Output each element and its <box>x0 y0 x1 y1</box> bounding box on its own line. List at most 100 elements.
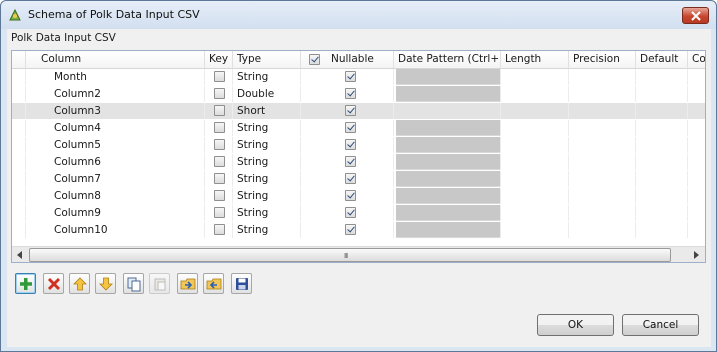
default-cell[interactable] <box>636 171 688 187</box>
table-row[interactable]: Column8 String <box>12 188 705 204</box>
precision-cell[interactable] <box>569 222 636 238</box>
length-cell[interactable] <box>501 69 569 85</box>
length-cell[interactable] <box>501 137 569 153</box>
horizontal-scrollbar[interactable]: III <box>12 246 705 262</box>
column-name-cell[interactable]: Column10 <box>26 222 205 238</box>
move-up-button[interactable] <box>69 273 90 294</box>
precision-cell[interactable] <box>569 86 636 102</box>
key-checkbox[interactable] <box>214 207 225 218</box>
key-cell[interactable] <box>205 188 233 204</box>
type-cell[interactable]: String <box>233 120 301 136</box>
nullable-cell[interactable] <box>301 205 394 221</box>
key-cell[interactable] <box>205 103 233 119</box>
length-cell[interactable] <box>501 86 569 102</box>
column-header-precision[interactable]: Precision <box>569 51 636 69</box>
precision-cell[interactable] <box>569 137 636 153</box>
comment-cell[interactable] <box>688 86 705 102</box>
comment-cell[interactable] <box>688 171 705 187</box>
scroll-left-icon[interactable] <box>12 247 28 263</box>
type-cell[interactable]: Short <box>233 103 301 119</box>
nullable-checkbox[interactable] <box>345 139 356 150</box>
nullable-cell[interactable] <box>301 103 394 119</box>
nullable-cell[interactable] <box>301 171 394 187</box>
table-row[interactable]: Column6 String <box>12 154 705 170</box>
import-schema-button[interactable] <box>177 273 198 294</box>
table-row[interactable]: Month String <box>12 69 705 85</box>
nullable-cell[interactable] <box>301 222 394 238</box>
remove-row-button[interactable] <box>43 273 64 294</box>
precision-cell[interactable] <box>569 154 636 170</box>
length-cell[interactable] <box>501 205 569 221</box>
copy-button[interactable] <box>123 273 144 294</box>
column-header-date-pattern[interactable]: Date Pattern (Ctrl+... <box>394 51 501 69</box>
length-cell[interactable] <box>501 188 569 204</box>
table-row[interactable]: Column2 Double <box>12 86 705 102</box>
table-row[interactable]: Column3 Short <box>12 103 705 119</box>
default-cell[interactable] <box>636 86 688 102</box>
type-cell[interactable]: String <box>233 154 301 170</box>
key-checkbox[interactable] <box>214 190 225 201</box>
key-cell[interactable] <box>205 120 233 136</box>
length-cell[interactable] <box>501 154 569 170</box>
default-cell[interactable] <box>636 120 688 136</box>
precision-cell[interactable] <box>569 120 636 136</box>
nullable-cell[interactable] <box>301 154 394 170</box>
default-cell[interactable] <box>636 154 688 170</box>
length-cell[interactable] <box>501 120 569 136</box>
comment-cell[interactable] <box>688 69 705 85</box>
key-checkbox[interactable] <box>214 71 225 82</box>
table-row[interactable]: Column10 String <box>12 222 705 238</box>
nullable-checkbox[interactable] <box>345 173 356 184</box>
table-row[interactable]: Column5 String <box>12 137 705 153</box>
column-header-comment[interactable]: Cor <box>688 51 705 69</box>
key-cell[interactable] <box>205 171 233 187</box>
length-cell[interactable] <box>501 222 569 238</box>
key-checkbox[interactable] <box>214 173 225 184</box>
column-header-nullable[interactable]: Nullable <box>301 51 394 69</box>
precision-cell[interactable] <box>569 69 636 85</box>
type-cell[interactable]: String <box>233 69 301 85</box>
key-checkbox[interactable] <box>214 224 225 235</box>
comment-cell[interactable] <box>688 120 705 136</box>
comment-cell[interactable] <box>688 103 705 119</box>
column-name-cell[interactable]: Column4 <box>26 120 205 136</box>
key-checkbox[interactable] <box>214 88 225 99</box>
nullable-checkbox[interactable] <box>345 207 356 218</box>
nullable-checkbox[interactable] <box>345 224 356 235</box>
column-header-key[interactable]: Key <box>205 51 233 69</box>
nullable-cell[interactable] <box>301 69 394 85</box>
nullable-cell[interactable] <box>301 120 394 136</box>
export-schema-button[interactable] <box>203 273 224 294</box>
key-cell[interactable] <box>205 137 233 153</box>
type-cell[interactable]: String <box>233 222 301 238</box>
nullable-checkbox[interactable] <box>345 71 356 82</box>
column-header-length[interactable]: Length <box>501 51 569 69</box>
add-row-button[interactable] <box>15 273 36 294</box>
type-cell[interactable]: String <box>233 188 301 204</box>
scrollbar-thumb[interactable]: III <box>29 248 671 262</box>
type-cell[interactable]: String <box>233 205 301 221</box>
nullable-checkbox[interactable] <box>345 156 356 167</box>
key-checkbox[interactable] <box>214 139 225 150</box>
title-bar[interactable]: Schema of Polk Data Input CSV <box>1 1 716 29</box>
close-button[interactable] <box>682 7 709 24</box>
default-cell[interactable] <box>636 137 688 153</box>
date-pattern-cell[interactable] <box>394 103 501 119</box>
table-row[interactable]: Column4 String <box>12 120 705 136</box>
precision-cell[interactable] <box>569 188 636 204</box>
type-cell[interactable]: String <box>233 137 301 153</box>
default-cell[interactable] <box>636 103 688 119</box>
key-cell[interactable] <box>205 205 233 221</box>
column-name-cell[interactable]: Column8 <box>26 188 205 204</box>
precision-cell[interactable] <box>569 103 636 119</box>
default-cell[interactable] <box>636 188 688 204</box>
nullable-cell[interactable] <box>301 86 394 102</box>
cancel-button[interactable]: Cancel <box>622 314 699 336</box>
scroll-right-icon[interactable] <box>688 247 704 263</box>
default-cell[interactable] <box>636 222 688 238</box>
length-cell[interactable] <box>501 103 569 119</box>
nullable-cell[interactable] <box>301 137 394 153</box>
key-cell[interactable] <box>205 222 233 238</box>
nullable-checkbox[interactable] <box>345 105 356 116</box>
precision-cell[interactable] <box>569 205 636 221</box>
